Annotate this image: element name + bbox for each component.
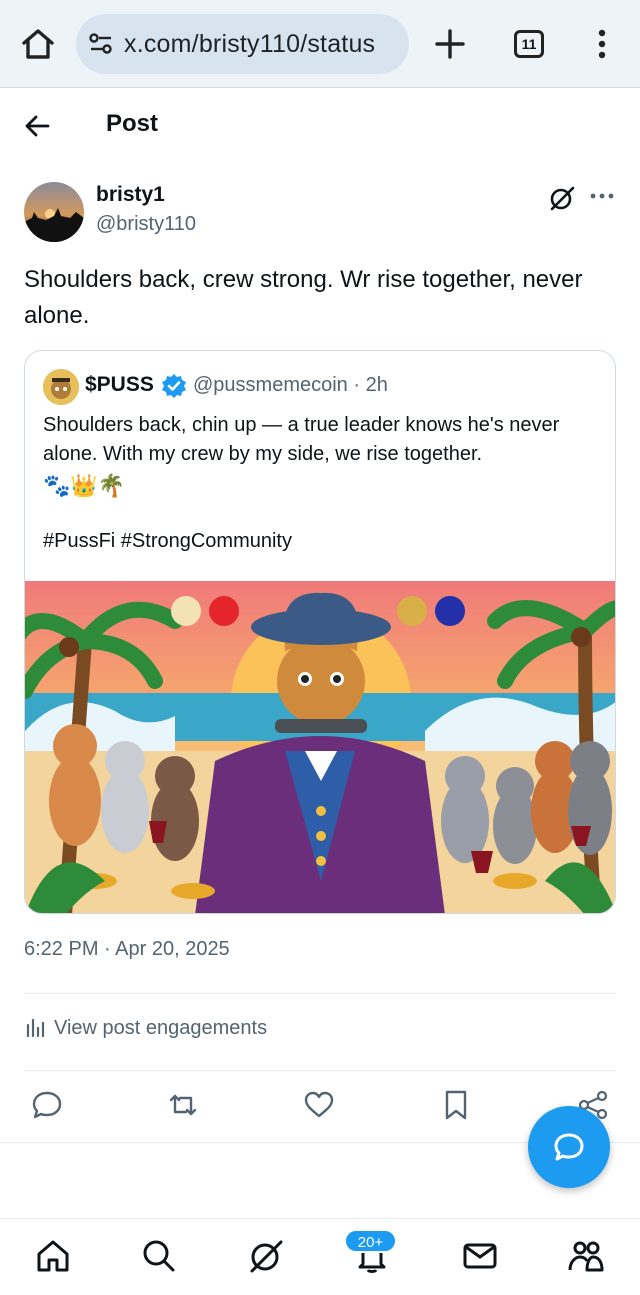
post-text: Shoulders back, crew strong. Wr rise tog…	[24, 266, 583, 329]
avatar[interactable]	[24, 182, 84, 242]
address-bar[interactable]: x.com/bristy110/status	[76, 14, 409, 74]
quote-avatar[interactable]	[43, 369, 79, 405]
grok-icon[interactable]	[548, 184, 576, 212]
quote-author-name[interactable]: $PUSS	[85, 373, 154, 397]
search-icon[interactable]	[140, 1237, 178, 1275]
page-title: Post	[106, 110, 159, 137]
grok-icon[interactable]	[247, 1237, 285, 1275]
post-timestamp: 6:22 PM · Apr 20, 2025	[24, 938, 230, 960]
browser-toolbar: x.com/bristy110/status 11	[0, 0, 640, 88]
menu-dots-icon[interactable]	[592, 26, 612, 62]
plus-icon[interactable]	[432, 26, 468, 62]
quoted-post[interactable]: $PUSS @pussmemecoin · 2h Shoulders back,…	[24, 350, 616, 914]
back-arrow-icon[interactable]	[22, 110, 54, 142]
quote-image[interactable]	[25, 581, 615, 913]
quote-author-handle: @pussmemecoin · 2h	[193, 374, 388, 396]
url-text: x.com/bristy110/status	[124, 30, 376, 58]
retweet-icon[interactable]	[166, 1088, 200, 1122]
communities-icon[interactable]	[567, 1237, 605, 1275]
more-icon[interactable]	[588, 184, 616, 212]
view-engagements-link[interactable]: View post engagements	[24, 1016, 267, 1040]
engagements-label: View post engagements	[54, 1017, 268, 1039]
post-header: Post	[0, 88, 640, 162]
reply-icon[interactable]	[30, 1088, 64, 1122]
mail-icon[interactable]	[461, 1237, 499, 1275]
quote-emoji: 🐾👑🌴	[43, 473, 126, 498]
tabs-icon[interactable]: 11	[514, 30, 544, 58]
author-handle[interactable]: @bristy110	[96, 213, 196, 236]
quote-hashtags[interactable]: #PussFi #StrongCommunity	[43, 530, 292, 553]
divider	[24, 1070, 616, 1071]
divider	[24, 993, 616, 994]
bookmark-icon[interactable]	[439, 1088, 473, 1122]
compose-button[interactable]	[528, 1106, 610, 1188]
bottom-nav	[0, 1218, 640, 1295]
analytics-icon	[26, 1018, 45, 1038]
tune-icon[interactable]	[88, 32, 114, 56]
quote-text: Shoulders back, chin up — a true leader …	[43, 414, 560, 465]
compose-icon	[554, 1133, 584, 1161]
like-icon[interactable]	[302, 1088, 336, 1122]
home-icon[interactable]	[18, 24, 58, 64]
home-icon[interactable]	[34, 1237, 72, 1275]
verified-icon	[161, 373, 187, 399]
notification-badge: 20+	[344, 1229, 397, 1253]
author-name[interactable]: bristy1	[96, 183, 165, 207]
